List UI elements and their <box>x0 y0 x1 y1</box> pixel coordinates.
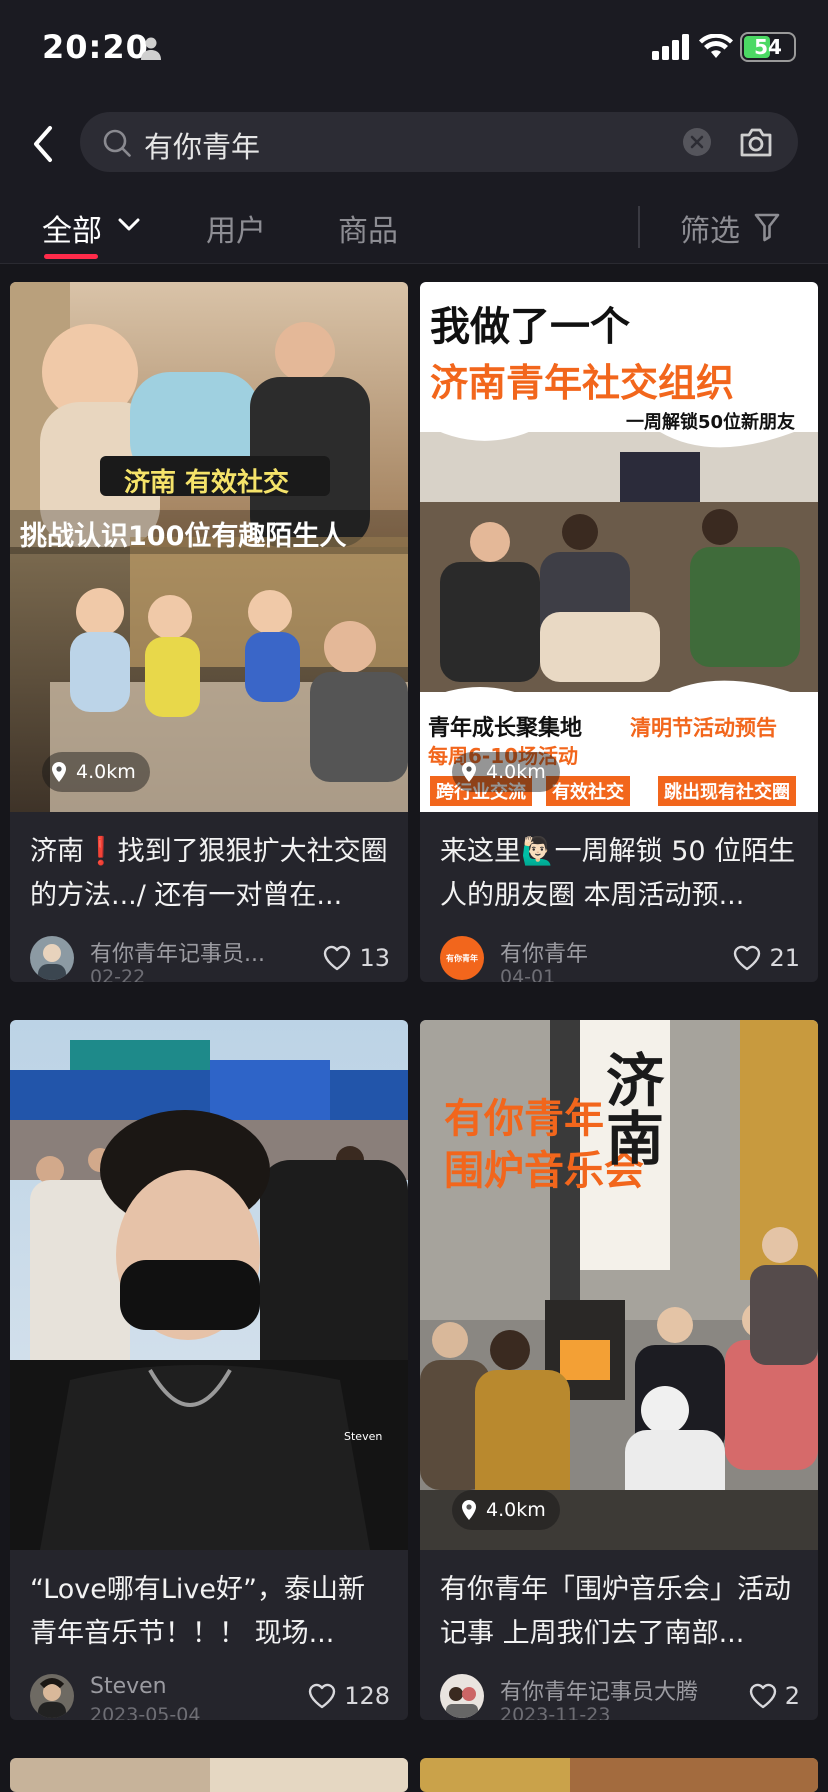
cover-text-main: 挑战认识100位有趣陌生人 <box>20 521 347 552</box>
cover-text-9: 跳出现有社交圈 <box>658 776 796 806</box>
distance-text: 4.0km <box>76 761 136 783</box>
note-date: 2023-05-04 <box>90 1704 201 1720</box>
note-cover-image <box>10 1758 408 1792</box>
cover-text-3: 济南 <box>596 1050 664 1166</box>
author-name[interactable]: Steven <box>90 1674 290 1699</box>
cover-text-3: 一周解锁50位新朋友 <box>626 412 796 433</box>
search-icon <box>103 129 131 157</box>
battery-level: 54 <box>754 35 782 59</box>
filter-tabs: 全部 用户 商品 筛选 <box>0 192 828 264</box>
note-card[interactable] <box>420 1758 818 1792</box>
tab-divider <box>638 206 640 248</box>
author-name[interactable]: 有你青年记事员... <box>90 936 290 968</box>
avatar[interactable] <box>440 1674 484 1718</box>
note-cover-image <box>10 1020 408 1550</box>
location-pin-icon <box>52 762 66 782</box>
note-card[interactable] <box>10 1758 408 1792</box>
note-date: 02-22 <box>90 966 146 982</box>
cover-text-6: 清明节活动预告 <box>630 716 777 740</box>
like-count: 2 <box>784 1682 800 1710</box>
search-input[interactable]: 有你青年 <box>80 112 798 172</box>
signal-icon <box>652 34 689 60</box>
like-button[interactable]: 128 <box>308 1682 390 1710</box>
heart-icon <box>749 1683 776 1709</box>
note-date: 04-01 <box>500 966 556 982</box>
status-bar: 20:20 54 <box>0 0 828 100</box>
note-card[interactable]: 我做了一个 济南青年社交组织 一周解锁50位新朋友 青年成长聚集地 每周6-10… <box>420 282 818 982</box>
note-card[interactable]: Steven “Love哪有Live好”，泰山新青年音乐节！！！ 现场... S… <box>10 1020 408 1720</box>
cover-text-2: 济南青年社交组织 <box>430 361 735 405</box>
distance-badge: 4.0km <box>452 752 560 792</box>
heart-icon <box>734 945 761 971</box>
note-card[interactable]: 济南 有效社交 挑战认识100位有趣陌生人 4.0km 济南❗️找到了狠狠扩大社… <box>10 282 408 982</box>
avatar[interactable]: 有你青年 <box>440 936 484 980</box>
note-title: “Love哪有Live好”，泰山新青年音乐节！！！ 现场... <box>30 1574 365 1649</box>
avatar[interactable] <box>30 936 74 980</box>
active-tab-indicator <box>44 254 98 259</box>
like-button[interactable]: 21 <box>733 944 800 972</box>
note-title: 来这里🙋🏻‍♂️一周解锁 50 位陌生人的朋友圈 本周活动预... <box>440 836 796 911</box>
cover-text-top: 济南 有效社交 <box>124 468 290 498</box>
tab-goods[interactable]: 商品 <box>338 206 398 250</box>
battery-indicator: 54 <box>740 32 796 62</box>
cover-text-4: 青年成长聚集地 <box>428 716 583 741</box>
person-icon <box>141 37 161 60</box>
back-arrow-icon[interactable] <box>26 122 60 166</box>
camera-icon[interactable] <box>738 125 774 159</box>
like-count: 21 <box>769 944 800 972</box>
distance-text: 4.0km <box>486 761 546 783</box>
avatar-text: 有你青年 <box>446 953 478 963</box>
heart-icon <box>324 945 351 971</box>
wifi-icon <box>699 34 733 58</box>
cover-watermark: Steven <box>344 1430 383 1443</box>
location-pin-icon <box>462 762 476 782</box>
avatar[interactable] <box>30 1674 74 1718</box>
like-button[interactable]: 13 <box>323 944 390 972</box>
search-header: 有你青年 <box>0 100 828 192</box>
like-count: 13 <box>359 944 390 972</box>
note-title: 济南❗️找到了狠狠扩大社交圈的方法.../ 还有一对曾在... <box>30 836 388 911</box>
filter-button[interactable]: 筛选 <box>680 206 740 250</box>
chevron-down-icon[interactable] <box>118 218 140 232</box>
like-button[interactable]: 2 <box>749 1682 800 1710</box>
heart-icon <box>308 1683 336 1709</box>
cover-text-8: 有效社交 <box>546 776 630 806</box>
clear-icon[interactable] <box>683 128 711 156</box>
author-name[interactable]: 有你青年记事员大腾 <box>500 1674 710 1706</box>
note-cover-image <box>420 1758 818 1792</box>
distance-badge: 4.0km <box>42 752 150 792</box>
distance-badge: 4.0km <box>452 1490 560 1530</box>
location-pin-icon <box>462 1500 476 1520</box>
author-name[interactable]: 有你青年 <box>500 936 700 968</box>
search-query: 有你青年 <box>144 130 261 164</box>
distance-text: 4.0km <box>486 1499 546 1521</box>
note-title: 有你青年「围炉音乐会」活动记事 上周我们去了南部... <box>440 1574 791 1649</box>
tab-all[interactable]: 全部 <box>42 206 102 250</box>
note-date: 2023-11-23 <box>500 1704 611 1720</box>
tab-users[interactable]: 用户 <box>206 206 266 250</box>
like-count: 128 <box>344 1682 390 1710</box>
cover-text-1: 我做了一个 <box>430 304 630 350</box>
status-time: 20:20 <box>42 28 149 66</box>
funnel-icon[interactable] <box>754 212 780 242</box>
note-card[interactable]: 有你青年 围炉音乐会 济南 4.0km 有你青年「围炉音乐会」活动记事 上周我们… <box>420 1020 818 1720</box>
cover-text-1: 有你青年 <box>444 1096 604 1142</box>
